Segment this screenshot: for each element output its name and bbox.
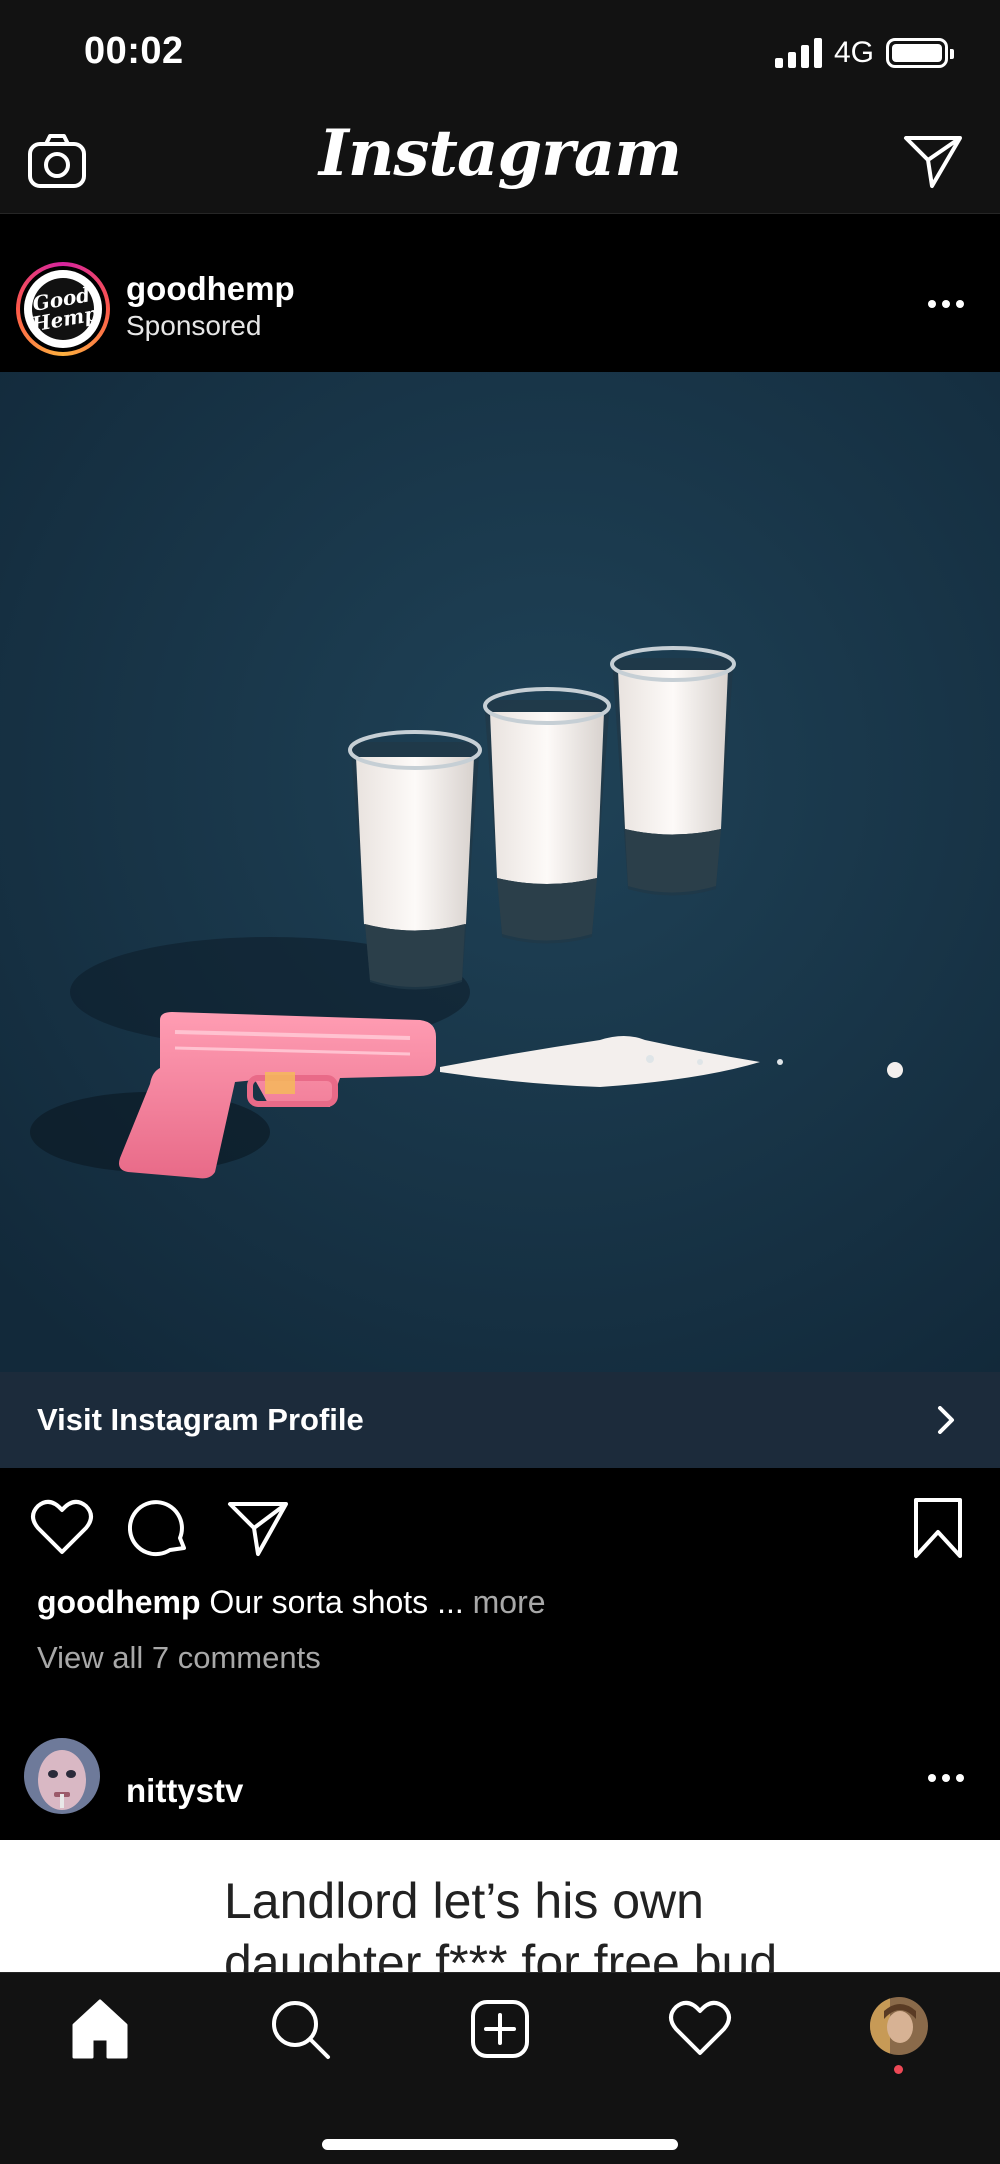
search-icon[interactable] <box>268 1997 332 2061</box>
story-ring[interactable]: Good Hemp <box>16 262 110 356</box>
network-type: 4G <box>833 36 874 69</box>
status-indicators: 4G <box>774 36 954 70</box>
shot-glass <box>348 730 482 990</box>
shot-glass <box>483 687 611 944</box>
post-header: Good Hemp goodhemp Sponsored <box>0 214 1000 372</box>
signal-icon <box>774 38 822 68</box>
direct-send-icon[interactable] <box>902 130 964 192</box>
share-send-icon[interactable] <box>226 1496 290 1560</box>
brand-logo: Good Hemp <box>27 273 100 345</box>
view-comments-link[interactable]: View all 7 comments <box>37 1640 321 1676</box>
instagram-logo: Instagram <box>318 116 682 191</box>
like-heart-icon[interactable] <box>30 1496 94 1560</box>
app-header: Instagram <box>0 108 1000 214</box>
cta-label: Visit Instagram Profile <box>37 1402 364 1437</box>
post-caption: goodhemp Our sorta shots ... more <box>37 1584 546 1621</box>
post-username[interactable]: goodhemp <box>126 270 295 308</box>
status-bar: 00:02 4G <box>0 0 1000 108</box>
notification-dot <box>894 2065 903 2074</box>
post-actions <box>0 1468 1000 1588</box>
home-indicator <box>322 2139 678 2150</box>
post-image[interactable] <box>0 372 1000 1372</box>
activity-heart-icon[interactable] <box>668 1997 732 2061</box>
visit-profile-cta[interactable]: Visit Instagram Profile <box>0 1372 1000 1468</box>
status-time: 00:02 <box>84 30 184 72</box>
caption-more-link[interactable]: more <box>473 1584 546 1620</box>
post-text-line: daughter f*** for free bud <box>224 1935 778 1972</box>
comment-icon[interactable] <box>128 1496 192 1560</box>
shot-glass <box>610 646 736 896</box>
bottom-nav <box>0 1972 1000 2164</box>
post-text: Landlord let’s his own daughter f*** for… <box>224 1870 777 1972</box>
post-text-line: Landlord let’s his own <box>224 1873 704 1929</box>
chevron-right-icon <box>938 1406 954 1434</box>
home-icon[interactable] <box>68 1997 132 2061</box>
new-post-icon[interactable] <box>468 1997 532 2061</box>
profile-avatar[interactable] <box>870 1997 928 2055</box>
sponsored-label: Sponsored <box>126 310 262 341</box>
caption-text: Our sorta shots ... <box>200 1584 473 1620</box>
post-header: nittystv <box>0 1716 1000 1840</box>
avatar: Good Hemp <box>24 270 102 348</box>
battery-icon <box>886 38 954 68</box>
bookmark-icon[interactable] <box>906 1496 970 1560</box>
post-username[interactable]: nittystv <box>126 1772 243 1810</box>
caption-username[interactable]: goodhemp <box>37 1584 201 1620</box>
more-options-icon[interactable] <box>928 1774 964 1782</box>
avatar[interactable] <box>24 1738 100 1814</box>
more-options-icon[interactable] <box>928 300 964 308</box>
post-image[interactable]: Landlord let’s his own daughter f*** for… <box>0 1840 1000 1972</box>
